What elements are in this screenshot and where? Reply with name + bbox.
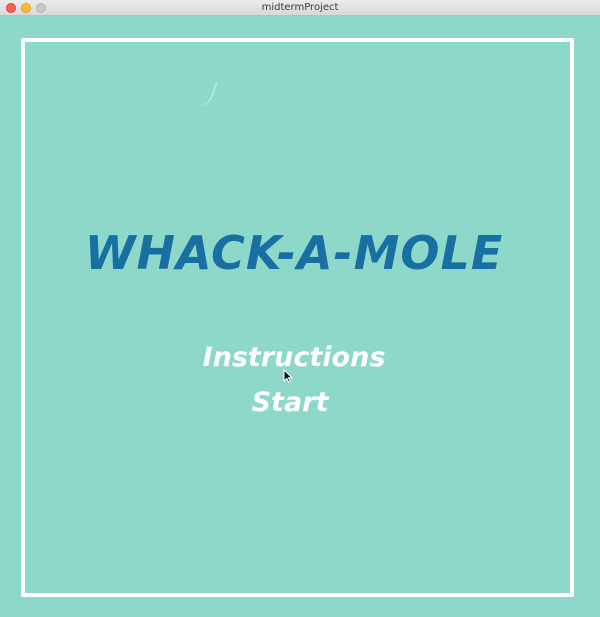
- arrow-cursor-icon: [283, 369, 293, 383]
- app-window: midtermProject WHACK-A-MOLE Instructions…: [0, 0, 600, 617]
- game-title: WHACK-A-MOLE: [84, 226, 504, 280]
- start-button[interactable]: Start: [0, 387, 590, 418]
- window-title: midtermProject: [261, 2, 339, 13]
- title-bar: midtermProject: [0, 0, 600, 16]
- white-border-frame: [21, 38, 574, 597]
- instructions-button[interactable]: Instructions: [0, 342, 594, 373]
- game-canvas[interactable]: WHACK-A-MOLE Instructions Start: [0, 16, 600, 617]
